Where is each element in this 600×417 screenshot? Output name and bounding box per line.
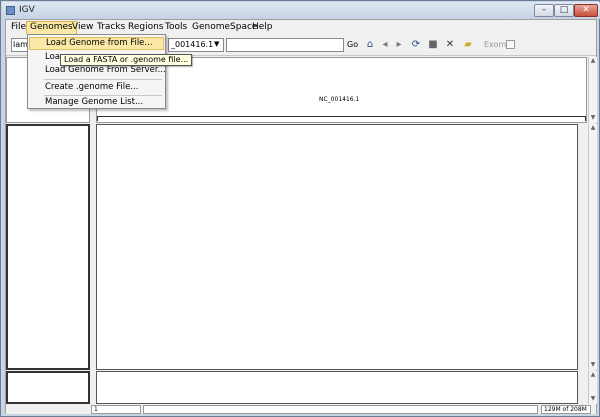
minimize-button[interactable]: – xyxy=(534,4,554,17)
chromosome-label: NC_001416.1 xyxy=(319,96,360,103)
message-status xyxy=(143,405,538,414)
menu-regions[interactable]: Regions xyxy=(125,21,167,33)
scroll-up-icon[interactable]: ▲ xyxy=(589,124,597,132)
forward-icon[interactable]: ▸ xyxy=(394,39,404,51)
popup-text-icon[interactable]: ▰ xyxy=(461,39,475,51)
data-panel[interactable] xyxy=(96,124,578,370)
scroll-down-icon[interactable]: ▼ xyxy=(589,114,597,122)
position-status: 1 xyxy=(91,405,141,414)
igv-app-icon xyxy=(6,6,15,15)
menu-view[interactable]: View xyxy=(69,21,96,33)
menu-tracks[interactable]: Tracks xyxy=(94,21,128,33)
menu-item-load-genome-from-file[interactable]: Load Genome from File... xyxy=(29,37,164,50)
scroll-down-icon[interactable]: ▼ xyxy=(589,361,597,369)
menu-item-manage-genome-list[interactable]: Manage Genome List... xyxy=(29,96,164,109)
exome-checkbox[interactable] xyxy=(506,40,515,49)
menu-separator xyxy=(44,79,162,80)
chevron-down-icon[interactable]: ▼ xyxy=(214,40,219,48)
maximize-button[interactable]: □ xyxy=(554,4,574,17)
menu-help[interactable]: Help xyxy=(249,21,276,33)
tooltip: Load a FASTA or .genome file... xyxy=(60,54,193,66)
close-window-button[interactable]: ✕ xyxy=(574,4,598,17)
igv-window: IGV – □ ✕ File Genomes View Tracks Regio… xyxy=(0,0,600,417)
menu-item-create-genome-file[interactable]: Create .genome File... xyxy=(29,81,164,94)
menu-bar: File Genomes View Tracks Regions Tools G… xyxy=(6,20,596,35)
close-icon[interactable]: ✕ xyxy=(444,39,456,51)
scroll-down-icon[interactable]: ▼ xyxy=(589,395,597,403)
ruler-bar xyxy=(97,116,586,121)
data-scrollbar[interactable]: ▲ ▼ xyxy=(588,124,597,370)
back-icon[interactable]: ◂ xyxy=(380,39,390,51)
go-button[interactable]: Go xyxy=(347,38,361,52)
data-name-panel xyxy=(6,124,90,370)
feature-panel[interactable] xyxy=(96,371,578,404)
home-icon[interactable]: ⌂ xyxy=(364,39,376,51)
refresh-icon[interactable]: ⟳ xyxy=(410,39,422,51)
locus-search-input[interactable] xyxy=(226,38,344,52)
scroll-up-icon[interactable]: ▲ xyxy=(589,57,597,65)
status-bar: 1 129M of 208M xyxy=(6,405,596,414)
client-area: File Genomes View Tracks Regions Tools G… xyxy=(5,19,597,414)
roi-icon[interactable]: ■ xyxy=(427,39,439,51)
ruler-panel[interactable]: NC_001416.1 xyxy=(96,57,587,123)
feature-scrollbar[interactable]: ▲ ▼ xyxy=(588,371,597,404)
title-bar[interactable]: IGV – □ ✕ xyxy=(2,2,600,19)
header-scrollbar[interactable]: ▲ ▼ xyxy=(588,57,597,123)
feature-name-panel xyxy=(6,371,90,404)
window-title: IGV xyxy=(19,5,35,15)
scroll-up-icon[interactable]: ▲ xyxy=(589,371,597,379)
memory-status: 129M of 208M xyxy=(541,405,591,414)
menu-tools[interactable]: Tools xyxy=(162,21,190,33)
genomes-dropdown-menu: Load Genome from File... Loa Load Genome… xyxy=(27,34,166,109)
